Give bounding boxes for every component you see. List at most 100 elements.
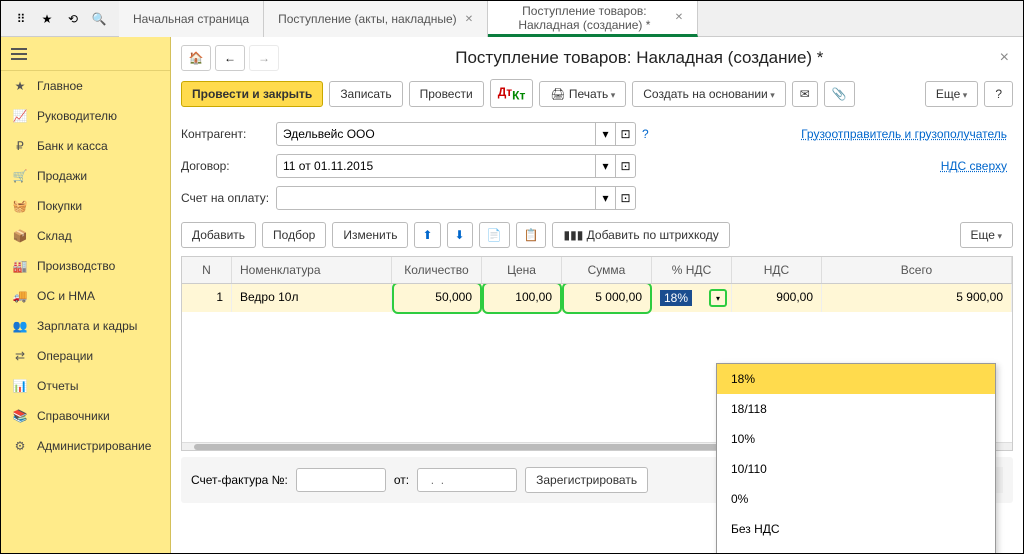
sidebar-item-bank[interactable]: ₽Банк и касса [1,131,170,161]
col-sum[interactable]: Сумма [562,257,652,283]
vat-dropdown: 18% 18/118 10% 10/110 0% Без НДС 20% 20/… [716,363,996,553]
print-button[interactable]: 🖨 Печать [539,81,626,107]
tab-home[interactable]: Начальная страница [119,1,264,37]
sidebar-item-purchases[interactable]: 🧺Покупки [1,191,170,221]
col-price[interactable]: Цена [482,257,562,283]
cell-sum[interactable]: 5 000,00 [562,284,652,314]
invoice-num-input[interactable] [296,468,386,492]
vat-selected: 18% [660,290,692,306]
paste-button[interactable]: 📋 [516,222,547,248]
vat-option[interactable]: 18/118 [717,394,995,424]
contract-label: Договор: [181,159,276,173]
vat-option[interactable]: 20% [717,544,995,553]
cell-price[interactable]: 100,00 [482,284,562,314]
bars-icon: 📊 [11,377,29,395]
dtkt-button[interactable]: ДтКт [490,79,534,108]
open-icon[interactable]: ⊡ [616,122,636,146]
move-down-button[interactable]: ⬇ [447,222,473,248]
search-icon[interactable]: 🔍 [87,7,111,31]
contract-input[interactable] [276,154,596,178]
post-button[interactable]: Провести [409,81,484,107]
sidebar-item-ops[interactable]: ⇄Операции [1,341,170,371]
tab-current[interactable]: Поступление товаров: Накладная (создание… [488,1,698,37]
attach-button[interactable]: 📎 [824,81,855,107]
sidebar-item-manager[interactable]: 📈Руководителю [1,101,170,131]
col-vatrate[interactable]: % НДС [652,257,732,283]
cell-total: 5 900,00 [822,284,1012,312]
sidebar-item-stock[interactable]: 📦Склад [1,221,170,251]
copy-button[interactable]: 📄 [479,222,510,248]
dropdown-icon[interactable]: ▾ [596,154,616,178]
vat-option[interactable]: 10% [717,424,995,454]
truck-icon: 🚚 [11,287,29,305]
back-button[interactable]: ← [215,45,245,71]
select-button[interactable]: Подбор [262,222,326,248]
vat-option[interactable]: 18% [717,364,995,394]
tab-receipts[interactable]: Поступление (акты, накладные)✕ [264,1,488,37]
invoice-input[interactable] [276,186,596,210]
invoice-num-label: Счет-фактура №: [191,473,288,487]
vat-option[interactable]: Без НДС [717,514,995,544]
sidebar-item-assets[interactable]: 🚚ОС и НМА [1,281,170,311]
star-icon: ★ [11,77,29,95]
close-icon[interactable]: ✕ [675,12,683,23]
invoice-date-input[interactable] [417,468,517,492]
sidebar-item-main[interactable]: ★Главное [1,71,170,101]
add-row-button[interactable]: Добавить [181,222,256,248]
col-qty[interactable]: Количество [392,257,482,283]
grid-more-button[interactable]: Еще [960,222,1013,248]
register-button[interactable]: Зарегистрировать [525,467,648,493]
ruble-icon: ₽ [11,137,29,155]
home-button[interactable]: 🏠 [181,45,211,71]
close-icon[interactable]: × [996,45,1013,71]
record-button[interactable]: Записать [329,81,402,107]
col-total[interactable]: Всего [822,257,1012,283]
open-icon[interactable]: ⊡ [616,186,636,210]
dropdown-icon[interactable]: ▾ [709,289,727,307]
invoice-label: Счет на оплату: [181,191,276,205]
history-icon[interactable]: ⟲ [61,7,85,31]
cell-vatrate[interactable]: 18% ▾ [652,284,732,312]
vat-option[interactable]: 10/110 [717,454,995,484]
col-n[interactable]: N [182,257,232,283]
sidebar-item-reports[interactable]: 📊Отчеты [1,371,170,401]
more-button[interactable]: Еще [925,81,978,107]
apps-icon[interactable]: ⠿ [9,7,33,31]
barcode-button[interactable]: ▮▮▮ Добавить по штрихкоду [552,222,729,248]
sidebar-item-payroll[interactable]: 👥Зарплата и кадры [1,311,170,341]
cell-vat: 900,00 [732,284,822,312]
move-up-button[interactable]: ⬆ [414,222,440,248]
vat-mode-link[interactable]: НДС сверху [941,159,1007,173]
box-icon: 📦 [11,227,29,245]
help-link[interactable]: ? [642,127,649,141]
dropdown-icon[interactable]: ▾ [596,186,616,210]
tab-bar: Начальная страница Поступление (акты, на… [119,1,698,36]
forward-button[interactable]: → [249,45,279,71]
cell-item[interactable]: Ведро 10л [232,284,392,312]
sidebar-item-production[interactable]: 🏭Производство [1,251,170,281]
create-based-button[interactable]: Создать на основании [632,81,786,107]
shipper-link[interactable]: Грузоотправитель и грузополучатель [801,127,1007,141]
edit-button[interactable]: Изменить [332,222,408,248]
contractor-input[interactable] [276,122,596,146]
chart-icon: 📈 [11,107,29,125]
people-icon: 👥 [11,317,29,335]
from-label: от: [394,473,409,487]
sidebar-item-sales[interactable]: 🛒Продажи [1,161,170,191]
col-item[interactable]: Номенклатура [232,257,392,283]
sidebar-item-admin[interactable]: ⚙Администрирование [1,431,170,461]
email-button[interactable]: ✉ [792,81,818,107]
vat-option[interactable]: 0% [717,484,995,514]
sidebar-item-refs[interactable]: 📚Справочники [1,401,170,431]
table-row[interactable]: 1 Ведро 10л 50,000 100,00 5 000,00 18% ▾… [182,284,1012,312]
page-title: Поступление товаров: Накладная (создание… [283,48,996,68]
post-close-button[interactable]: Провести и закрыть [181,81,323,107]
sidebar-toggle[interactable] [1,37,170,71]
dropdown-icon[interactable]: ▾ [596,122,616,146]
star-icon[interactable]: ★ [35,7,59,31]
open-icon[interactable]: ⊡ [616,154,636,178]
cell-qty[interactable]: 50,000 [392,284,482,314]
col-vat[interactable]: НДС [732,257,822,283]
close-icon[interactable]: ✕ [465,14,473,25]
help-button[interactable]: ? [984,81,1013,107]
